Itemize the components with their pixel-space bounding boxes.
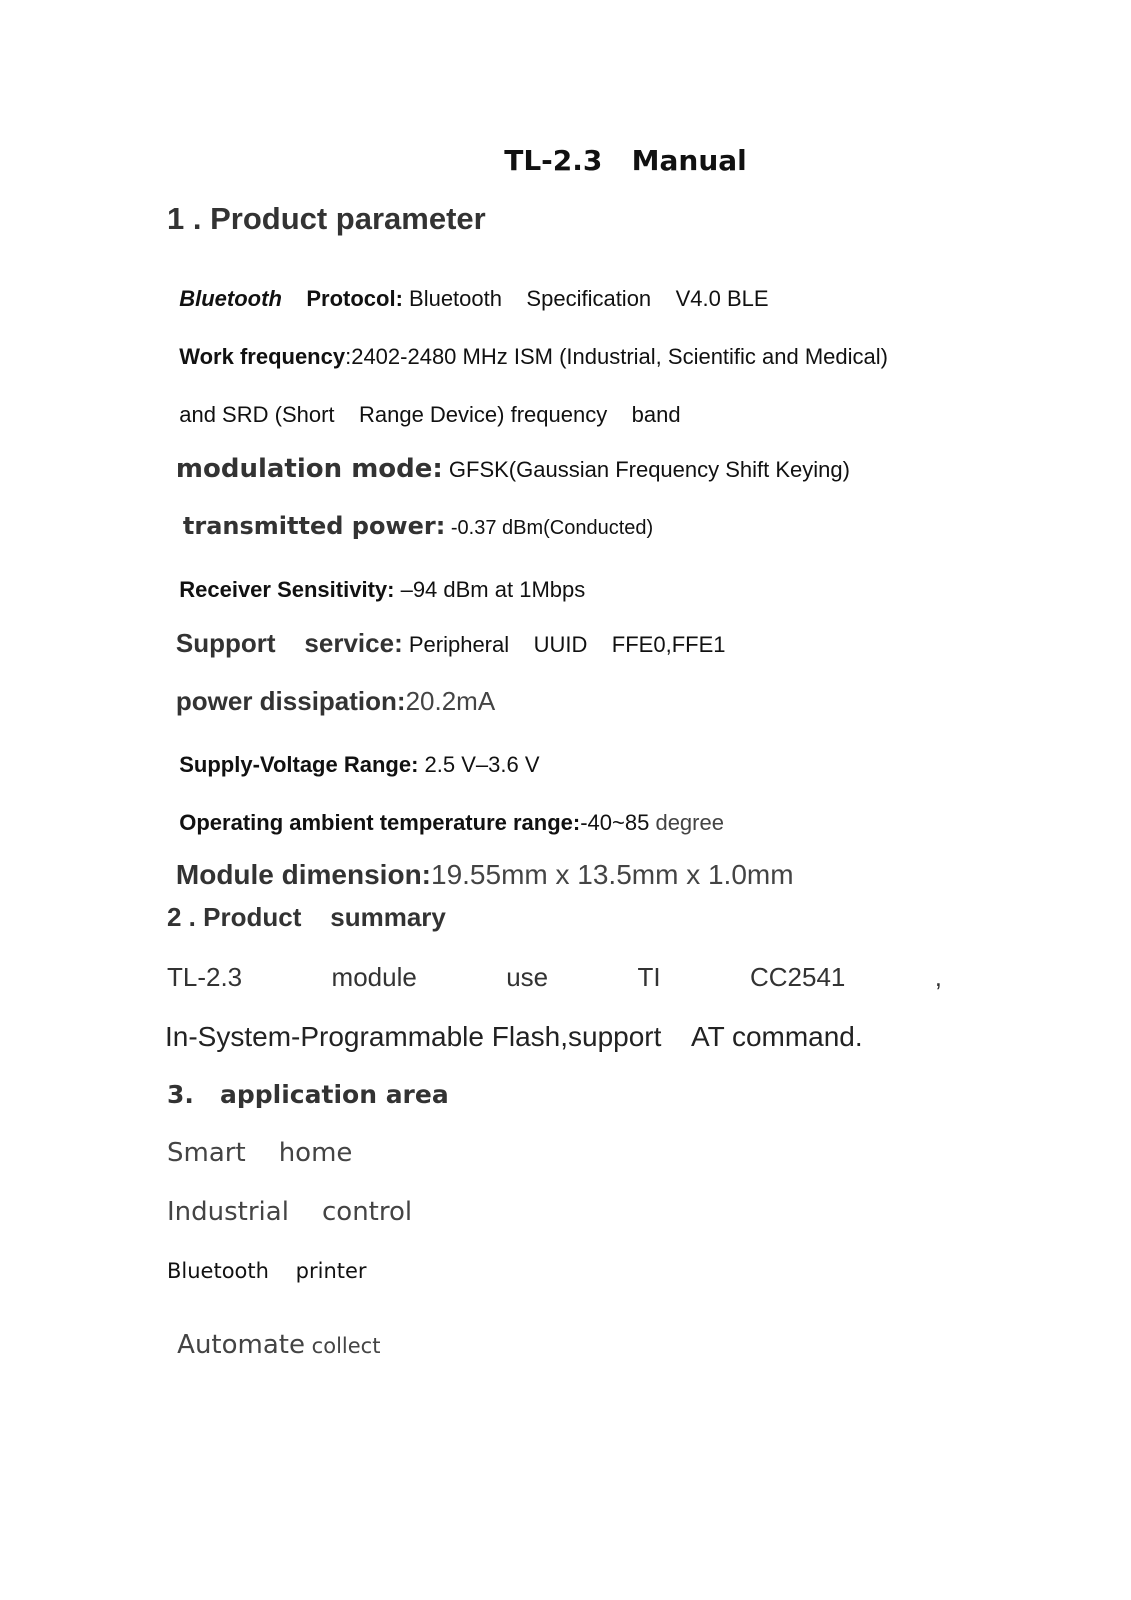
- application-item-suffix: collect: [305, 1334, 381, 1358]
- application-item: Automate collect: [167, 1316, 380, 1358]
- param-module-dimension: Module dimension:19.55mm x 13.5mm x 1.0m…: [167, 845, 794, 889]
- param-unit: degree: [649, 810, 724, 835]
- param-transmitted-power: transmitted power: -0.37 dBm(Conducted): [174, 498, 653, 538]
- param-label: Module dimension:: [175, 859, 431, 890]
- section-1-heading: 1 . Product parameter: [167, 201, 486, 236]
- param-value: –94 dBm at 1Mbps: [394, 577, 586, 602]
- application-item: Smart home: [167, 1138, 353, 1168]
- param-label: modulation mode:: [175, 454, 443, 484]
- application-item: Bluetooth printer: [167, 1259, 367, 1283]
- param-modulation-mode: modulation mode: GFSK(Gaussian Frequency…: [167, 440, 850, 482]
- summary-word: use: [506, 962, 549, 992]
- section-3-heading: 3. application area: [167, 1080, 449, 1109]
- summary-word: ,: [934, 962, 942, 992]
- summary-word: TL-2.3: [167, 962, 243, 992]
- param-value: Peripheral UUID FFE0,FFE1: [402, 632, 726, 657]
- param-label: power dissipation:: [175, 686, 406, 716]
- param-value: Bluetooth Specification V4.0 BLE: [402, 286, 769, 311]
- summary-line-1: TL-2.3 module use TI CC2541 ,: [167, 962, 942, 993]
- param-label: transmitted power:: [182, 512, 446, 540]
- param-value: :2402-2480 MHz ISM (Industrial, Scientif…: [345, 344, 888, 369]
- document-title: TL-2.3 Manual: [504, 144, 747, 177]
- section-2-heading: 2 . Product summary: [167, 902, 446, 932]
- param-bluetooth-protocol: Bluetooth Protocol: Bluetooth Specificat…: [167, 266, 769, 311]
- param-value: -0.37 dBm(Conducted): [445, 517, 654, 539]
- param-supply-voltage: Supply-Voltage Range: 2.5 V–3.6 V: [167, 732, 540, 777]
- param-value: 2.5 V–3.6 V: [418, 752, 540, 777]
- summary-line-2: In-System-Programmable Flash,support AT …: [165, 1021, 863, 1052]
- param-label: Support service:: [175, 628, 403, 658]
- param-label: Protocol:: [306, 286, 403, 311]
- param-work-frequency-cont: and SRD (Short Range Device) frequency b…: [167, 382, 681, 427]
- summary-word: CC2541: [749, 962, 846, 992]
- summary-word: module: [331, 962, 417, 992]
- param-value: -40~85: [580, 810, 650, 835]
- param-receiver-sensitivity: Receiver Sensitivity: –94 dBm at 1Mbps: [167, 557, 585, 601]
- param-label-italic: Bluetooth: [179, 286, 282, 311]
- param-support-service: Support service: Peripheral UUID FFE0,FF…: [167, 614, 726, 658]
- param-label: Supply-Voltage Range:: [179, 752, 419, 777]
- summary-word: TI: [637, 962, 661, 992]
- application-item-main: Automate: [177, 1330, 305, 1360]
- param-value: GFSK(Gaussian Frequency Shift Keying): [442, 457, 850, 482]
- param-label: Work frequency: [179, 344, 346, 369]
- param-label: Receiver Sensitivity:: [179, 577, 395, 602]
- param-power-dissipation: power dissipation:20.2mA: [167, 672, 495, 714]
- param-work-frequency: Work frequency:2402-2480 MHz ISM (Indust…: [167, 324, 888, 368]
- param-operating-temperature: Operating ambient temperature range:-40~…: [167, 790, 724, 834]
- application-item: Industrial control: [167, 1197, 413, 1227]
- param-label: Operating ambient temperature range:: [179, 810, 581, 835]
- param-value: and SRD (Short Range Device) frequency b…: [179, 402, 681, 427]
- param-value: 19.55mm x 13.5mm x 1.0mm: [431, 859, 794, 890]
- param-value: 20.2mA: [405, 686, 496, 716]
